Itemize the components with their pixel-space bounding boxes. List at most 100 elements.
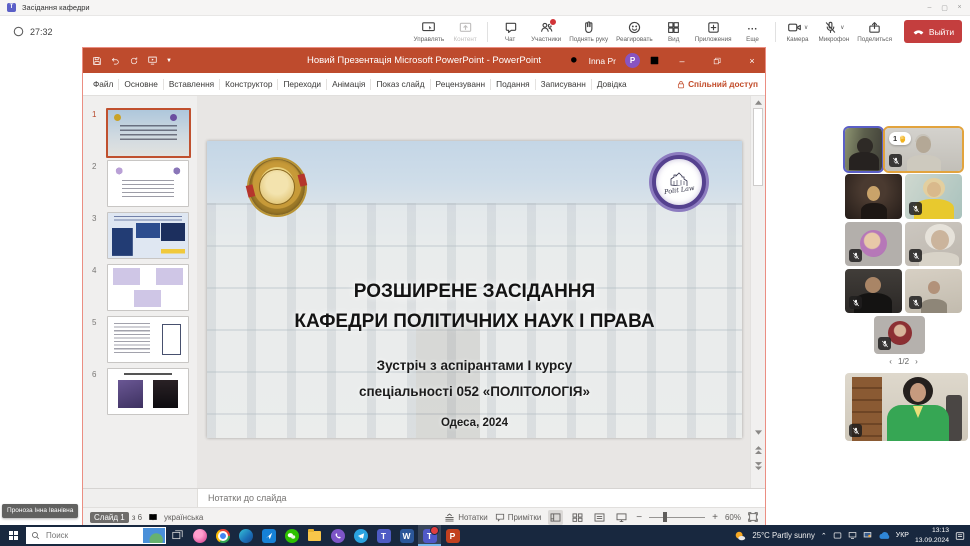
slide-thumbnail-2[interactable]: 2 <box>83 160 197 205</box>
apps-button[interactable]: Приложения <box>691 17 736 47</box>
undo-button[interactable] <box>110 56 121 66</box>
search-input[interactable] <box>44 530 133 541</box>
display-tray-icon[interactable] <box>863 531 872 540</box>
window-minimize-button[interactable]: – <box>923 4 936 11</box>
camera-button[interactable]: ∨ Камера <box>781 17 815 47</box>
participant-tile[interactable] <box>905 222 962 266</box>
task-view-button[interactable] <box>166 530 188 541</box>
zoom-level[interactable]: 60% <box>725 513 741 522</box>
reading-view-button[interactable] <box>592 510 607 525</box>
account-avatar[interactable]: P <box>625 53 640 68</box>
tab-design[interactable]: Конструктор <box>220 73 277 95</box>
onedrive-tray-icon[interactable] <box>878 531 890 540</box>
more-button[interactable]: ··· Еще <box>736 17 770 47</box>
start-button[interactable] <box>0 531 26 540</box>
microphone-options-chevron[interactable]: ∨ <box>840 24 844 31</box>
scroll-up-button[interactable] <box>751 96 765 108</box>
pagination-prev-button[interactable]: ‹ <box>889 357 892 366</box>
participants-button[interactable]: Участники <box>527 17 565 47</box>
language-indicator[interactable]: українська <box>164 513 203 522</box>
fit-slide-button[interactable] <box>748 512 758 522</box>
notes-pane[interactable]: Нотатки до слайда <box>83 488 765 507</box>
share-document-button[interactable]: Спільний доступ <box>677 79 758 89</box>
slide-thumbnail-6[interactable]: 6 <box>83 368 197 413</box>
previous-slide-button[interactable] <box>751 444 765 456</box>
next-slide-button[interactable] <box>751 460 765 472</box>
slide-thumbnail-1[interactable]: 1 <box>83 108 197 153</box>
viber-icon[interactable] <box>326 525 349 546</box>
tab-slideshow[interactable]: Показ слайд <box>371 73 429 95</box>
notes-toggle[interactable]: Нотатки <box>444 513 488 522</box>
file-explorer-icon[interactable] <box>303 525 326 546</box>
normal-view-button[interactable] <box>548 510 563 525</box>
content-button[interactable]: Контент <box>448 17 482 47</box>
tab-help[interactable]: Довідка <box>592 73 632 95</box>
zoom-out-button[interactable]: − <box>636 512 642 523</box>
wechat-icon[interactable] <box>280 525 303 546</box>
participant-tile[interactable] <box>845 269 902 313</box>
search-highlight-image[interactable] <box>143 528 165 543</box>
taskbar-search[interactable] <box>26 527 166 544</box>
language-tray-indicator[interactable]: УКР <box>896 532 909 539</box>
participant-tile-raised-hand[interactable]: 1 <box>885 128 962 171</box>
chrome-icon[interactable] <box>211 525 234 546</box>
scrollbar-thumb[interactable] <box>753 108 763 186</box>
microphone-button[interactable]: ∨ Микрофон <box>815 17 854 47</box>
slideshow-view-button[interactable] <box>614 510 629 525</box>
start-slideshow-button[interactable] <box>147 55 158 66</box>
mail-icon[interactable] <box>257 525 280 546</box>
slide-canvas[interactable]: Polit Law РОЗШИРЕНЕ ЗАСІДАННЯ КАФЕДРИ ПО… <box>207 141 742 438</box>
window-maximize-button[interactable]: ▢ <box>938 4 951 12</box>
teams-meeting-icon[interactable]: T <box>418 525 441 546</box>
customize-qat-button[interactable]: ▼ <box>166 58 172 64</box>
window-close-button[interactable]: × <box>953 4 966 11</box>
redo-button[interactable] <box>129 56 139 66</box>
tab-animations[interactable]: Анімація <box>327 73 370 95</box>
participant-tile[interactable] <box>845 174 902 219</box>
participant-tile[interactable] <box>905 269 962 313</box>
ppt-restore-button[interactable] <box>704 48 730 73</box>
zoom-slider[interactable] <box>649 512 705 522</box>
edge-icon[interactable] <box>234 525 257 546</box>
tab-home[interactable]: Основне <box>119 73 162 95</box>
leave-button[interactable]: Выйти <box>904 20 962 43</box>
comments-toggle[interactable]: Примітки <box>495 513 542 522</box>
teams-icon[interactable]: T <box>372 525 395 546</box>
tab-recording[interactable]: Записуванн <box>536 73 591 95</box>
participant-tile[interactable] <box>845 222 902 266</box>
slide-thumbnail-4[interactable]: 4 <box>83 264 197 309</box>
zoom-in-button[interactable]: + <box>712 512 718 523</box>
tab-insert[interactable]: Вставлення <box>164 73 219 95</box>
slide-thumbnail-5[interactable]: 5 <box>83 316 197 361</box>
powerpoint-icon[interactable]: P <box>441 525 464 546</box>
scroll-down-button[interactable] <box>751 426 765 438</box>
participant-tile-active-speaker[interactable] <box>845 128 882 171</box>
tray-expand-chevron[interactable]: ⌃ <box>821 532 827 540</box>
spellcheck-icon[interactable] <box>148 512 158 522</box>
pagination-next-button[interactable]: › <box>915 357 918 366</box>
network-tray-icon[interactable] <box>848 531 857 540</box>
slide-thumbnail-3[interactable]: 3 <box>83 212 197 257</box>
participant-tile[interactable] <box>874 316 925 354</box>
participant-tile[interactable] <box>905 174 962 219</box>
share-tray-button[interactable]: Поделиться <box>853 17 896 47</box>
tab-transitions[interactable]: Переходи <box>278 73 326 95</box>
telegram-icon[interactable] <box>349 525 372 546</box>
taskbar-clock[interactable]: 13:1313.09.2024 <box>915 526 949 544</box>
presenter-video-tile[interactable] <box>845 373 968 441</box>
word-icon[interactable]: W <box>395 525 418 546</box>
manage-button[interactable]: Управлять <box>410 17 449 47</box>
ppt-minimize-button[interactable]: – <box>669 48 695 73</box>
ppt-close-button[interactable]: × <box>739 48 765 73</box>
raise-hand-button[interactable]: Поднять руку <box>565 17 612 47</box>
action-center-icon[interactable] <box>955 531 965 541</box>
weather-text[interactable]: 25°C Partly sunny <box>752 531 815 540</box>
vertical-scrollbar[interactable] <box>750 96 765 488</box>
react-button[interactable]: Реагировать <box>612 17 657 47</box>
chat-button[interactable]: Чат <box>493 17 527 47</box>
save-button[interactable] <box>92 56 102 66</box>
zoom-slider-thumb[interactable] <box>663 512 667 522</box>
tab-file[interactable]: Файл <box>88 73 118 95</box>
ribbon-display-options-button[interactable] <box>649 55 660 66</box>
pink-app-icon[interactable] <box>188 525 211 546</box>
